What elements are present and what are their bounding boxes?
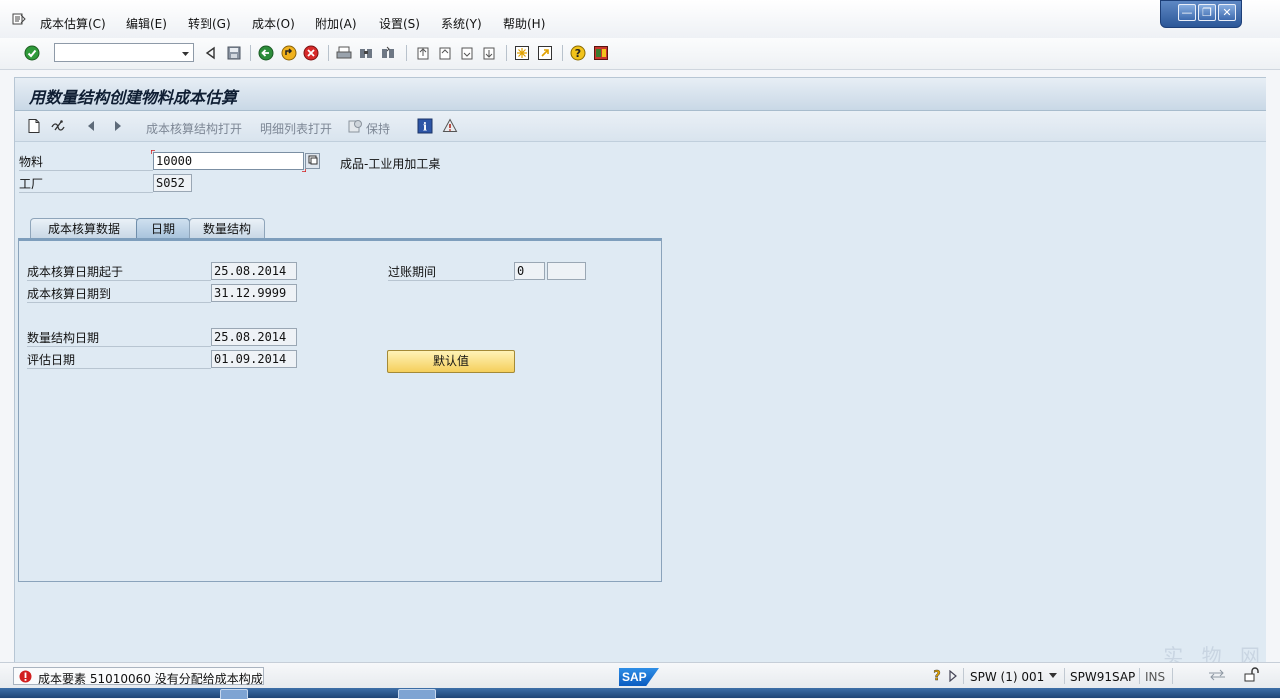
svg-text:?: ? [933, 669, 941, 682]
info-icon[interactable]: i [417, 118, 433, 134]
menu-cost-estimate[interactable]: 成本估算(C) [40, 15, 106, 32]
next-icon[interactable] [109, 118, 125, 134]
close-icon[interactable]: ✕ [1218, 4, 1236, 21]
enter-check-icon[interactable] [24, 45, 40, 61]
shortcut-icon[interactable] [537, 45, 553, 61]
material-description: 成品-工业用加工桌 [340, 157, 441, 171]
save-icon[interactable] [226, 45, 242, 61]
menu-system[interactable]: 系统(Y) [441, 15, 482, 32]
insert-mode: INS [1145, 670, 1166, 684]
menu-settings[interactable]: 设置(S) [379, 15, 420, 32]
help-icon[interactable]: ? [570, 45, 586, 61]
window-controls: — ❐ ✕ [1160, 0, 1242, 28]
open-itemization-button[interactable]: 明细列表打开 [260, 120, 332, 137]
server-info: SPW91SAP [1070, 670, 1136, 684]
posting-period-field[interactable]: 0 [514, 262, 545, 280]
system-toolbar: ? [0, 38, 1280, 70]
valuation-date-label: 评估日期 [27, 351, 211, 369]
system-help-icon[interactable]: ? [931, 668, 943, 684]
back-triangle-icon[interactable] [203, 45, 219, 61]
costing-date-to-label: 成本核算日期到 [27, 285, 211, 303]
status-message: 成本要素 51010060 没有分配给成本构成 [38, 672, 263, 686]
tab-panel-dates: 成本核算日期起于 25.08.2014 成本核算日期到 31.12.9999 数… [18, 238, 662, 582]
material-label: 物料 [19, 153, 153, 171]
tab-quantity-structure[interactable]: 数量结构 [189, 218, 265, 238]
chevron-down-icon[interactable] [181, 47, 190, 61]
command-input[interactable] [55, 44, 179, 61]
system-info: SPW (1) 001 [970, 670, 1045, 684]
new-document-icon[interactable] [26, 118, 42, 134]
previous-page-icon[interactable] [437, 45, 453, 61]
exit-icon[interactable] [281, 45, 297, 61]
application-toolbar: 成本核算结构打开 明细列表打开 保持 i [15, 111, 1266, 142]
open-costing-structure-button[interactable]: 成本核算结构打开 [146, 120, 242, 137]
screen-area: 用数量结构创建物料成本估算 成本核算结构打开 明细列表打开 保持 i 物料 10… [14, 77, 1266, 663]
error-icon [19, 670, 32, 683]
material-input[interactable]: 10000 [153, 152, 304, 170]
print-icon[interactable] [336, 45, 352, 61]
plant-field[interactable]: S052 [153, 174, 192, 192]
sap-logo: SAP [619, 668, 659, 686]
page-title: 用数量结构创建物料成本估算 [29, 88, 238, 107]
windows-taskbar [0, 688, 1280, 699]
menu-goto[interactable]: 转到(G) [188, 15, 231, 32]
title-bar: 用数量结构创建物料成本估算 [15, 78, 1266, 111]
qty-structure-date-field[interactable]: 25.08.2014 [211, 328, 297, 346]
default-values-button[interactable]: 默认值 [387, 350, 515, 373]
svg-text:?: ? [575, 47, 581, 60]
qty-structure-date-label: 数量结构日期 [27, 329, 211, 347]
lock-icon[interactable] [1243, 667, 1259, 683]
costing-date-from-field[interactable]: 25.08.2014 [211, 262, 297, 280]
back-icon[interactable] [258, 45, 274, 61]
new-session-icon[interactable] [514, 45, 530, 61]
layout-menu-icon[interactable] [593, 45, 609, 61]
minimize-icon[interactable]: — [1178, 4, 1196, 21]
menu-list-icon[interactable] [12, 13, 26, 25]
status-bar: 成本要素 51010060 没有分配给成本构成 SAP ? SPW (1) 00… [0, 662, 1280, 689]
keep-icon [347, 118, 363, 134]
status-expand-icon[interactable] [948, 669, 958, 683]
tab-costing-data[interactable]: 成本核算数据 [30, 218, 138, 238]
menu-bar: 成本估算(C) 编辑(E) 转到(G) 成本(O) 附加(A) 设置(S) 系统… [0, 0, 1280, 39]
menu-help[interactable]: 帮助(H) [503, 15, 545, 32]
next-page-icon[interactable] [459, 45, 475, 61]
possible-entries-icon[interactable] [305, 153, 320, 169]
costing-variant-icon[interactable] [442, 118, 458, 134]
find-next-icon[interactable] [380, 45, 396, 61]
svg-text:i: i [423, 121, 427, 134]
menu-edit[interactable]: 编辑(E) [126, 15, 167, 32]
valuation-date-field[interactable]: 01.09.2014 [211, 350, 297, 368]
costing-date-from-label: 成本核算日期起于 [27, 263, 211, 281]
system-dropdown-icon[interactable] [1048, 669, 1058, 679]
plant-label: 工厂 [19, 175, 153, 193]
find-icon[interactable] [358, 45, 374, 61]
previous-icon[interactable] [84, 118, 100, 134]
posting-period-label: 过账期间 [388, 263, 514, 281]
restore-icon[interactable]: ❐ [1198, 4, 1216, 21]
connection-icon [1208, 669, 1226, 681]
command-field[interactable] [54, 43, 194, 62]
tab-dates[interactable]: 日期 [136, 218, 190, 238]
costing-date-to-field[interactable]: 31.12.9999 [211, 284, 297, 302]
status-message-box[interactable]: 成本要素 51010060 没有分配给成本构成 [13, 667, 264, 686]
posting-year-field[interactable] [547, 262, 586, 280]
first-page-icon[interactable] [415, 45, 431, 61]
last-page-icon[interactable] [481, 45, 497, 61]
menu-cost[interactable]: 成本(O) [252, 15, 295, 32]
display-change-icon[interactable] [50, 118, 66, 134]
cancel-icon[interactable] [303, 45, 319, 61]
keep-button[interactable]: 保持 [366, 120, 390, 137]
menu-extras[interactable]: 附加(A) [315, 15, 357, 32]
